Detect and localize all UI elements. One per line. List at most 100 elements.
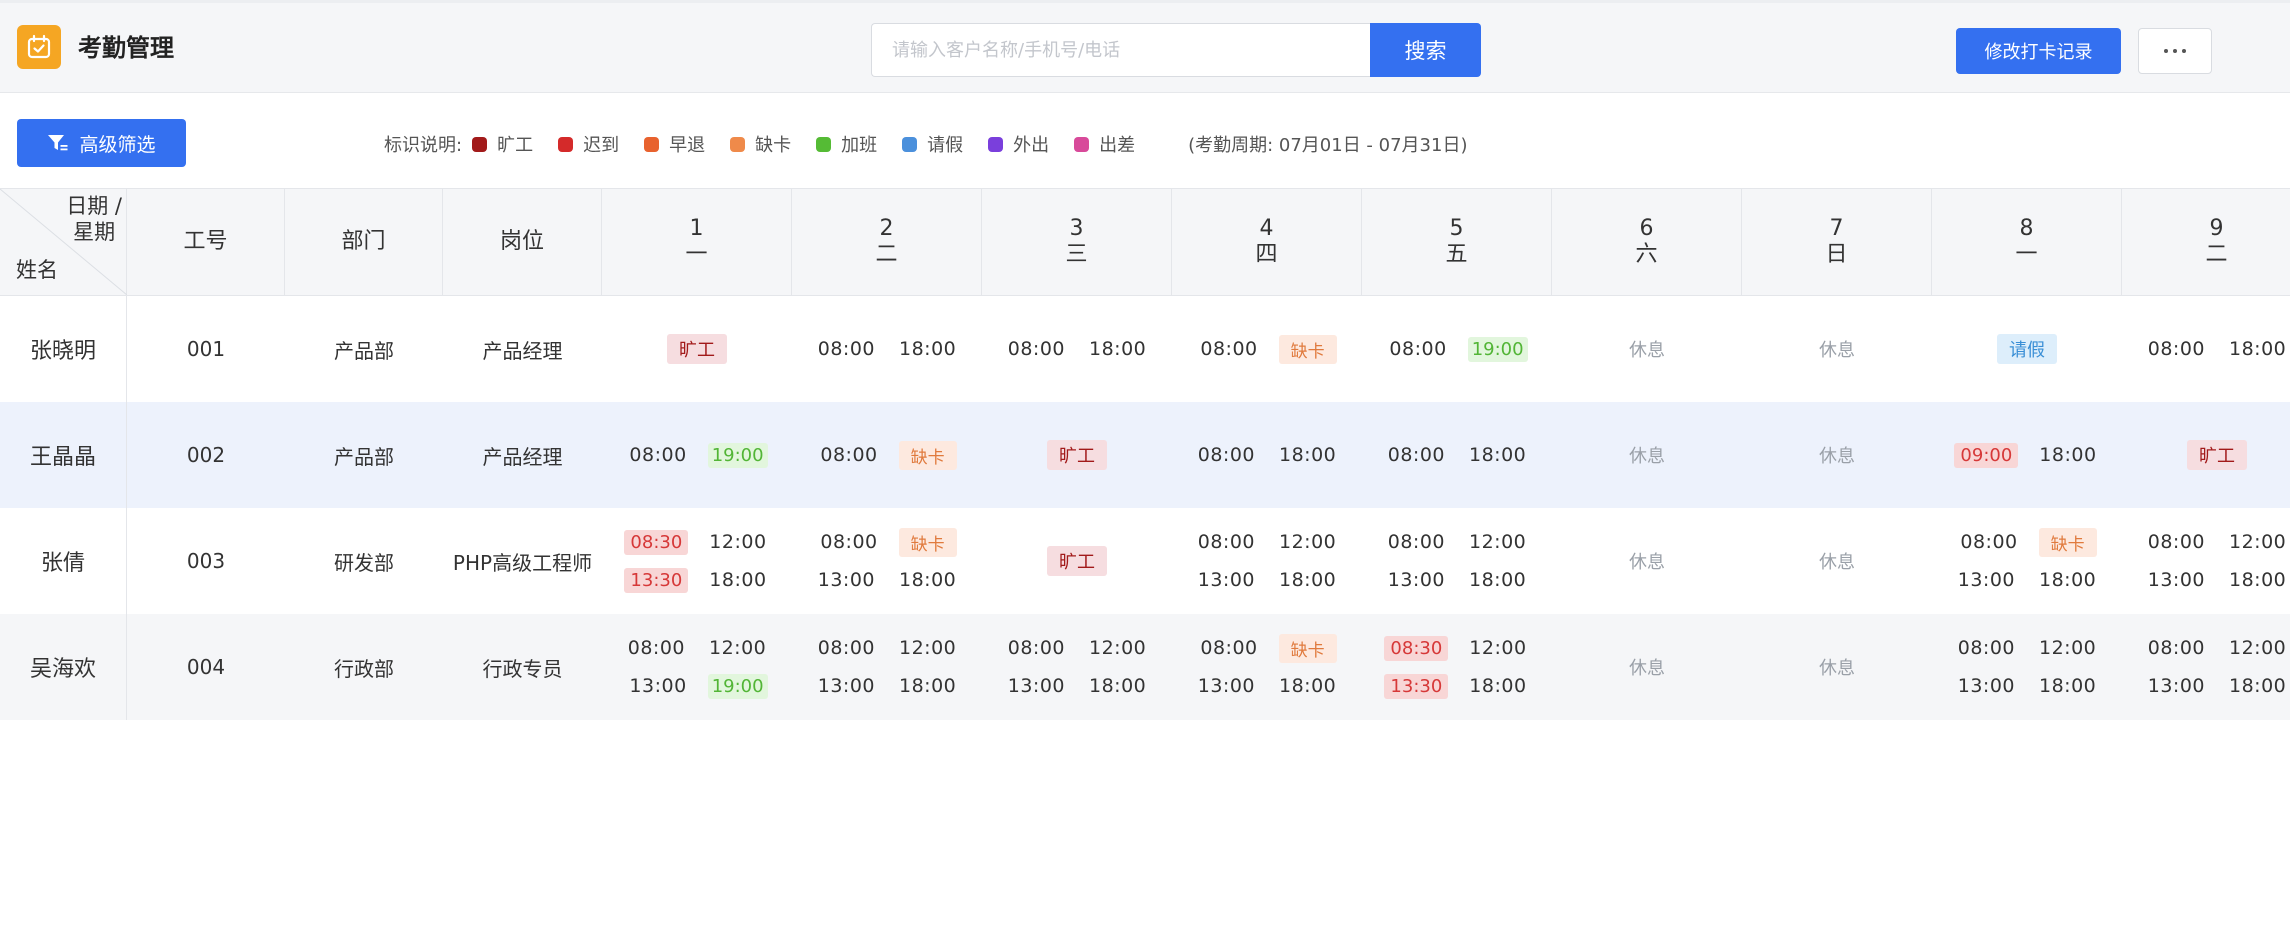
attendance-cell[interactable]: 08:00 18:00 xyxy=(792,296,982,402)
punch-time: 18:00 xyxy=(2229,338,2287,360)
attendance-cell[interactable]: 08:00 18:00 xyxy=(2122,296,2290,402)
employee-id: 002 xyxy=(186,443,226,467)
legend-item: 缺卡 xyxy=(730,131,791,157)
employee-name: 张倩 xyxy=(0,508,127,614)
employee-name: 王晶晶 xyxy=(0,402,127,508)
punch-time: 13:00 xyxy=(1007,675,1065,697)
attendance-cell[interactable]: 08:00 18:00 xyxy=(982,296,1172,402)
attendance-cell[interactable]: 08:00 缺卡 13:00 18:00 xyxy=(792,508,982,614)
attendance-cell[interactable]: 09:00 18:00 xyxy=(1932,402,2122,508)
attendance-cell[interactable]: 08:00 12:00 13:00 18:00 xyxy=(982,614,1172,720)
attendance-cell[interactable]: 08:00 缺卡 13:00 18:00 xyxy=(1932,508,2122,614)
attendance-cell[interactable]: 08:00 12:00 13:00 18:00 xyxy=(2122,508,2290,614)
attendance-cell[interactable]: 08:00 12:00 13:00 19:00 xyxy=(602,614,792,720)
legend-label: 加班 xyxy=(841,135,878,156)
status-badge: 旷工 xyxy=(1047,546,1107,576)
attendance-cell[interactable]: 08:00 12:00 13:00 18:00 xyxy=(792,614,982,720)
punch-time: 13:00 xyxy=(1957,675,2015,697)
modify-punch-record-button[interactable]: 修改打卡记录 xyxy=(1956,28,2121,74)
attendance-cell[interactable]: 08:00 缺卡 xyxy=(1172,296,1362,402)
punch-time: 18:00 xyxy=(1279,675,1337,697)
attendance-period: (考勤周期: 07月01日 - 07月31日) xyxy=(1188,135,1468,156)
advanced-filter-button[interactable]: 高级筛选 xyxy=(17,119,186,167)
more-options-button[interactable] xyxy=(2138,28,2212,74)
legend-item: 旷工 xyxy=(472,131,533,157)
punch-line: 08:00 18:00 xyxy=(815,335,960,363)
legend: 标识说明: 旷工 迟到 早退 缺卡 加班 请假 外出 出差 (考勤周期: 07月01日 - 07… xyxy=(384,129,1467,159)
punch-time: 08:00 xyxy=(817,338,875,360)
attendance-cell[interactable]: 请假 xyxy=(1932,296,2122,402)
punch-line: 08:00 18:00 xyxy=(2145,335,2290,363)
punch-line: 13:00 18:00 xyxy=(1195,672,1340,700)
punch-time: 12:00 xyxy=(2039,637,2097,659)
punch-time: 18:00 xyxy=(1089,675,1147,697)
search-button[interactable]: 搜索 xyxy=(1370,23,1481,77)
punch-time: 08:00 xyxy=(1957,637,2015,659)
punch-line: 08:00 12:00 xyxy=(815,634,960,662)
attendance-cell[interactable]: 休息 xyxy=(1742,402,1932,508)
punch-time: 18:00 xyxy=(709,569,767,591)
weekday-label: 二 xyxy=(2205,242,2228,267)
attendance-cell[interactable]: 08:00 12:00 13:00 18:00 xyxy=(1172,508,1362,614)
attendance-cell[interactable]: 08:00 18:00 xyxy=(1362,402,1552,508)
attendance-cell[interactable]: 休息 xyxy=(1552,508,1742,614)
rest-day-label: 休息 xyxy=(1819,658,1855,679)
punch-line: 13:00 18:00 xyxy=(1195,566,1340,594)
attendance-cell[interactable]: 旷工 xyxy=(2122,402,2290,508)
legend-label: 外出 xyxy=(1013,135,1050,156)
punch-line: 08:00 缺卡 xyxy=(1957,527,2097,557)
attendance-cell[interactable]: 休息 xyxy=(1552,614,1742,720)
punch-time: 13:00 xyxy=(2147,569,2205,591)
punch-time: 08:00 xyxy=(1197,531,1255,553)
attendance-cell[interactable]: 08:00 12:00 13:00 18:00 xyxy=(1362,508,1552,614)
attendance-cell[interactable]: 08:00 缺卡 xyxy=(792,402,982,508)
attendance-cell[interactable]: 休息 xyxy=(1552,296,1742,402)
attendance-cell[interactable]: 旷工 xyxy=(982,402,1172,508)
position: 产品经理 xyxy=(482,444,563,469)
punch-status-ot: 19:00 xyxy=(1467,336,1528,362)
attendance-cell[interactable]: 休息 xyxy=(1552,402,1742,508)
legend-color-swatch xyxy=(730,136,746,152)
punch-time: 08:00 xyxy=(820,444,878,466)
punch-line: 08:00 缺卡 xyxy=(817,440,957,470)
table-row: 王晶晶 002 产品部 产品经理 08:00 19:00 08:00 缺卡 旷工 08:00 18:… xyxy=(0,402,2290,508)
department: 产品部 xyxy=(334,338,394,363)
attendance-cell[interactable]: 休息 xyxy=(1742,296,1932,402)
attendance-cell[interactable]: 08:30 12:00 13:30 18:00 xyxy=(1362,614,1552,720)
attendance-cell[interactable]: 08:00 18:00 xyxy=(1172,402,1362,508)
punch-time: 18:00 xyxy=(1469,675,1527,697)
punch-line: 08:00 19:00 xyxy=(1386,335,1528,363)
weekday-label: 五 xyxy=(1445,242,1468,267)
attendance-cell[interactable]: 旷工 xyxy=(982,508,1172,614)
status-badge: 旷工 xyxy=(2187,440,2247,470)
attendance-cell[interactable]: 休息 xyxy=(1742,508,1932,614)
attendance-cell[interactable]: 08:00 19:00 xyxy=(1362,296,1552,402)
legend-label: 早退 xyxy=(669,135,706,156)
rest-day-label: 休息 xyxy=(1629,552,1665,573)
attendance-cell[interactable]: 旷工 xyxy=(602,296,792,402)
legend-color-swatch xyxy=(472,136,488,152)
weekday-label: 一 xyxy=(685,242,708,267)
search-input[interactable] xyxy=(871,23,1371,77)
punch-time: 08:00 xyxy=(2147,637,2205,659)
punch-line: 08:00 12:00 xyxy=(1955,634,2100,662)
attendance-cell[interactable]: 休息 xyxy=(1742,614,1932,720)
attendance-cell[interactable]: 08:00 12:00 13:00 18:00 xyxy=(1932,614,2122,720)
punch-time: 08:00 xyxy=(629,444,687,466)
legend-label: 缺卡 xyxy=(755,135,792,156)
department: 研发部 xyxy=(334,550,394,575)
attendance-cell[interactable]: 08:30 12:00 13:30 18:00 xyxy=(602,508,792,614)
legend-item: 加班 xyxy=(816,131,877,157)
header-day-1: 1一 xyxy=(602,189,792,295)
punch-time: 08:00 xyxy=(1389,338,1447,360)
punch-status-missing: 缺卡 xyxy=(2038,527,2097,557)
punch-time: 12:00 xyxy=(1469,637,1527,659)
attendance-cell[interactable]: 08:00 19:00 xyxy=(602,402,792,508)
punch-time: 12:00 xyxy=(709,531,767,553)
employee-id: 001 xyxy=(186,337,226,361)
punch-time: 08:00 xyxy=(820,531,878,553)
attendance-cell[interactable]: 08:00 12:00 13:00 18:00 xyxy=(2122,614,2290,720)
legend-item: 迟到 xyxy=(558,131,619,157)
attendance-cell[interactable]: 08:00 缺卡 13:00 18:00 xyxy=(1172,614,1362,720)
punch-line: 13:00 18:00 xyxy=(1955,566,2100,594)
